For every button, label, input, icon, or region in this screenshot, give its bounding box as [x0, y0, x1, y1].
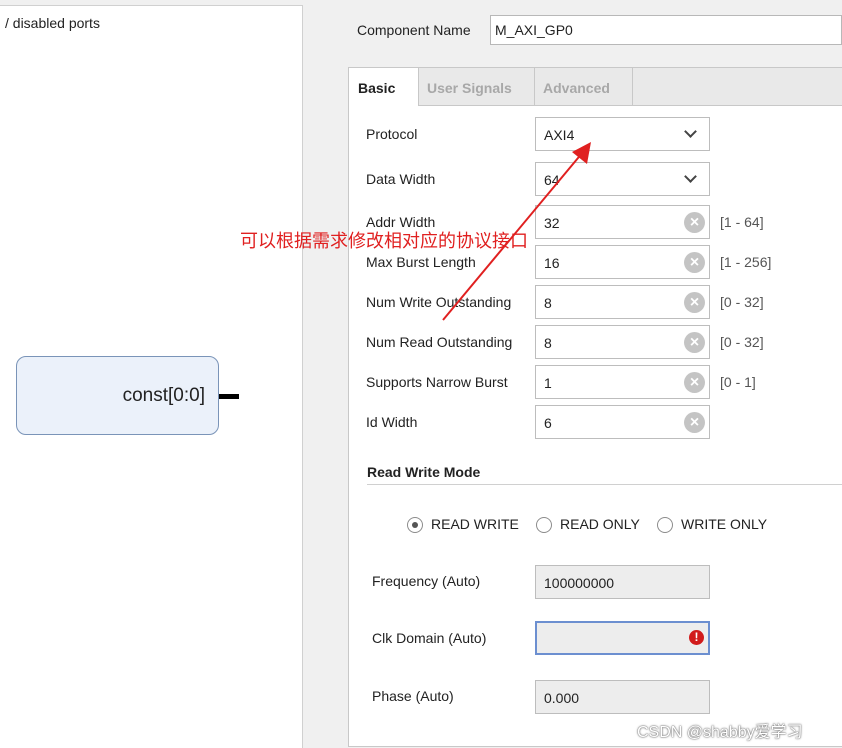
- protocol-label: Protocol: [366, 126, 418, 142]
- num-write-range: [0 - 32]: [720, 294, 764, 310]
- radio-read-write-label[interactable]: READ WRITE: [431, 516, 519, 532]
- tab-advanced[interactable]: Advanced: [535, 68, 633, 105]
- num-read-range: [0 - 32]: [720, 334, 764, 350]
- component-name-label: Component Name: [357, 22, 471, 38]
- clear-x-icon[interactable]: ×: [684, 252, 705, 273]
- clear-x-icon[interactable]: ×: [684, 412, 705, 433]
- max-burst-value: 16: [544, 255, 560, 271]
- radio-write-only-label[interactable]: WRITE ONLY: [681, 516, 767, 532]
- error-icon: !: [689, 630, 704, 645]
- annotation-text: 可以根据需求修改相对应的协议接口: [240, 231, 528, 251]
- clk-domain-field[interactable]: !: [535, 621, 710, 655]
- frequency-value: 100000000: [544, 575, 615, 591]
- tab-bar: Basic User Signals Advanced: [349, 68, 842, 106]
- clear-x-icon[interactable]: ×: [684, 292, 705, 313]
- section-divider: [367, 484, 842, 485]
- radio-write-only[interactable]: [657, 517, 673, 533]
- addr-width-range: [1 - 64]: [720, 214, 764, 230]
- read-write-mode-title: Read Write Mode: [367, 464, 481, 480]
- num-read-value: 8: [544, 335, 552, 351]
- const-block[interactable]: const[0:0]: [16, 356, 219, 435]
- component-name-field[interactable]: M_AXI_GP0: [490, 15, 842, 45]
- chevron-down-icon: [684, 125, 697, 138]
- protocol-select[interactable]: AXI4: [535, 117, 710, 151]
- frequency-field: 100000000: [535, 565, 710, 599]
- radio-read-only-label[interactable]: READ ONLY: [560, 516, 640, 532]
- id-width-value: 6: [544, 415, 552, 431]
- ports-option-label: / disabled ports: [5, 15, 100, 31]
- const-block-label: const[0:0]: [122, 385, 205, 406]
- clear-x-icon[interactable]: ×: [684, 332, 705, 353]
- addr-width-value: 32: [544, 215, 560, 231]
- clear-x-icon[interactable]: ×: [684, 372, 705, 393]
- watermark: CSDN @shabby爱学习: [637, 724, 803, 741]
- num-read-label: Num Read Outstanding: [366, 334, 513, 350]
- id-width-field[interactable]: 6 ×: [535, 405, 710, 439]
- clk-domain-label: Clk Domain (Auto): [372, 630, 487, 646]
- max-burst-label: Max Burst Length: [366, 254, 476, 270]
- phase-field: 0.000: [535, 680, 710, 714]
- phase-value: 0.000: [544, 690, 580, 706]
- narrow-burst-value: 1: [544, 375, 552, 391]
- protocol-value: AXI4: [544, 127, 575, 143]
- phase-label: Phase (Auto): [372, 688, 454, 704]
- num-write-label: Num Write Outstanding: [366, 294, 512, 310]
- narrow-burst-field[interactable]: 1 ×: [535, 365, 710, 399]
- data-width-value: 64: [544, 172, 560, 188]
- data-width-label: Data Width: [366, 171, 436, 187]
- clear-x-icon[interactable]: ×: [684, 212, 705, 233]
- data-width-select[interactable]: 64: [535, 162, 710, 196]
- const-output-pin[interactable]: [219, 394, 239, 399]
- num-write-value: 8: [544, 295, 552, 311]
- tab-basic[interactable]: Basic: [349, 68, 419, 106]
- block-diagram-canvas[interactable]: / disabled ports const[0:0]: [0, 5, 303, 748]
- narrow-burst-label: Supports Narrow Burst: [366, 374, 508, 390]
- radio-read-write[interactable]: [407, 517, 423, 533]
- num-read-field[interactable]: 8 ×: [535, 325, 710, 359]
- tab-user-signals[interactable]: User Signals: [419, 68, 535, 105]
- radio-read-only[interactable]: [536, 517, 552, 533]
- addr-width-field[interactable]: 32 ×: [535, 205, 710, 239]
- chevron-down-icon: [684, 170, 697, 183]
- num-write-field[interactable]: 8 ×: [535, 285, 710, 319]
- max-burst-field[interactable]: 16 ×: [535, 245, 710, 279]
- max-burst-range: [1 - 256]: [720, 254, 772, 270]
- id-width-label: Id Width: [366, 414, 418, 430]
- frequency-label: Frequency (Auto): [372, 573, 481, 589]
- narrow-burst-range: [0 - 1]: [720, 374, 756, 390]
